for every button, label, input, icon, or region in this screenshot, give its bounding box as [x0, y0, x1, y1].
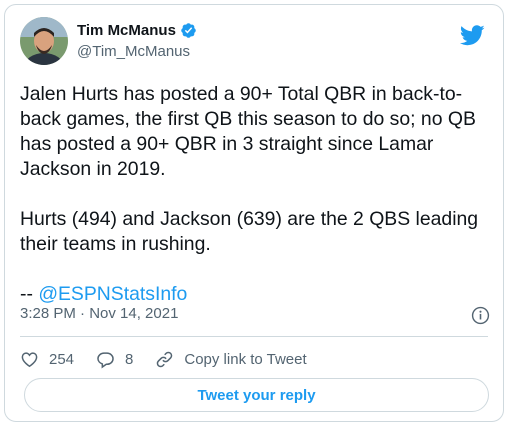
display-name-row: Tim McManus: [77, 22, 197, 39]
tweet-meta: 3:28 PM · Nov 14, 2021: [20, 305, 490, 327]
heart-icon: [21, 351, 38, 367]
tweet-paragraph-2: Hurts (494) and Jackson (639) are the 2 …: [20, 208, 479, 255]
mention-link[interactable]: @ESPNStatsInfo: [38, 283, 187, 305]
like-button[interactable]: 254: [20, 350, 74, 369]
link-icon: [157, 351, 173, 367]
reply-count-button[interactable]: 8: [96, 350, 133, 369]
reply-count: 8: [125, 350, 134, 368]
author-names: Tim McManus @Tim_McManus: [77, 22, 197, 60]
copy-link-button[interactable]: Copy link to Tweet: [155, 350, 307, 369]
tweet-paragraph-1: Jalen Hurts has posted a 90+ Total QBR i…: [20, 83, 476, 180]
info-icon[interactable]: [471, 306, 490, 325]
copy-link-label: Copy link to Tweet: [184, 350, 307, 368]
tweet-card: Tim McManus @Tim_McManus Jalen Hurts has…: [4, 4, 504, 422]
tweet-header: Tim McManus @Tim_McManus: [20, 17, 488, 67]
tweet-actions: 254 8 Copy link to Tweet: [20, 347, 329, 371]
reply-bubble-icon: [97, 351, 114, 368]
author-handle[interactable]: @Tim_McManus: [77, 43, 197, 60]
avatar[interactable]: [20, 17, 68, 65]
credit-prefix: --: [20, 283, 39, 305]
tweet-text: Jalen Hurts has posted a 90+ Total QBR i…: [20, 82, 490, 307]
tweet-timestamp[interactable]: 3:28 PM · Nov 14, 2021: [20, 305, 178, 322]
twitter-bird-icon[interactable]: [460, 25, 485, 46]
like-count: 254: [49, 350, 75, 368]
author-display-name[interactable]: Tim McManus: [77, 22, 176, 39]
tweet-credit: -- @ESPNStatsInfo: [20, 282, 490, 307]
verified-badge-icon: [181, 23, 196, 38]
divider: [20, 336, 488, 337]
tweet-your-reply-button[interactable]: Tweet your reply: [24, 378, 489, 412]
